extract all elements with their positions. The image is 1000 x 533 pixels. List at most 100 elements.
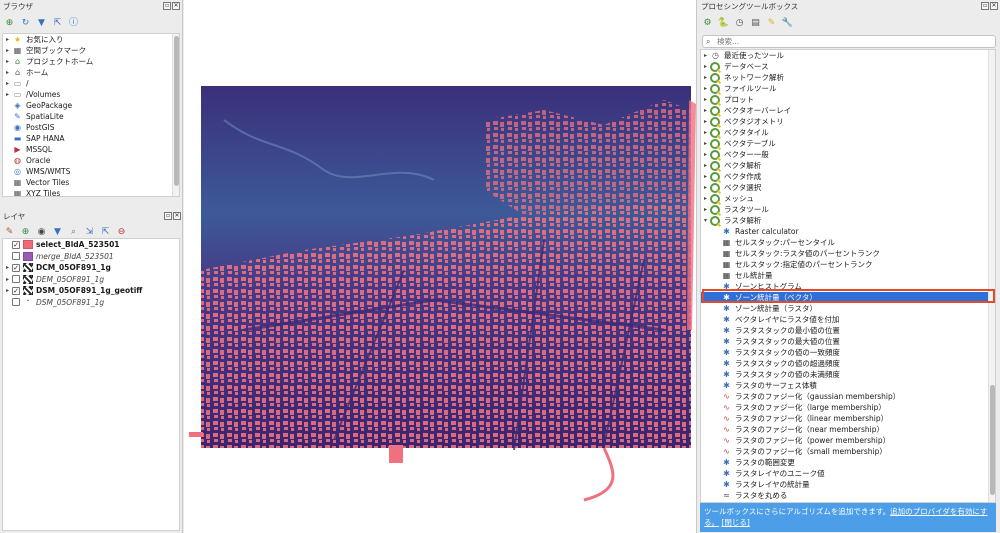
expand-arrow-icon[interactable]: ▸ [3, 287, 12, 294]
browser-item[interactable]: ▸ ★ お気に入り [3, 34, 179, 45]
expand-arrow-icon[interactable]: ▸ [3, 276, 12, 283]
expand-arrow-icon[interactable]: ▸ [701, 94, 710, 105]
layers-tree[interactable]: ✓ select_BldA_523501 merge_BldA_523501 ▸ ✓ DC… [2, 238, 180, 531]
processing-algorithm[interactable]: ✱ ラスタのサーフェス体積 [701, 380, 995, 391]
processing-algorithm[interactable]: ∿ ラスタのファジー化（power membership） [701, 435, 995, 446]
processing-group[interactable]: ▸ ベクタ作成 [701, 171, 995, 182]
layer-item[interactable]: ▸ ✓ DSM_05OF891_1g_geotiff [3, 285, 179, 297]
layers-float-button[interactable]: ▫ [164, 212, 172, 220]
processing-algorithm[interactable]: ≈ ラスタを丸める [701, 490, 995, 501]
processing-group[interactable]: ▸ ベクタ選択 [701, 182, 995, 193]
browser-item[interactable]: ✎ SpatiaLite [3, 111, 179, 122]
processing-algorithm[interactable]: ✱ ラスタスタックの値の一致頻度 [701, 347, 995, 358]
processing-group[interactable]: ▸ ファイルツール [701, 83, 995, 94]
expand-arrow-icon[interactable]: ▸ [3, 34, 12, 45]
processing-close-button[interactable]: ✕ [990, 2, 998, 10]
eye-icon[interactable]: ◉ [36, 227, 47, 238]
expand-arrow-icon[interactable]: ▸ [3, 67, 12, 78]
expand-arrow-icon[interactable]: ▸ [701, 171, 710, 182]
expand-arrow-icon[interactable]: ▸ [701, 61, 710, 72]
style-icon[interactable]: ✎ [4, 227, 15, 238]
filter-legend-icon[interactable]: ⌕ [68, 227, 79, 238]
browser-item[interactable]: ◈ GeoPackage [3, 100, 179, 111]
add-group-icon[interactable]: ⊕ [20, 227, 31, 238]
close-button[interactable]: ✕ [172, 2, 180, 10]
processing-algorithm[interactable]: ✱ ゾーン統計量（ラスタ） [701, 303, 995, 314]
processing-group[interactable]: ▾ ラスタ解析 [701, 215, 995, 226]
processing-group[interactable]: ▸ データベース [701, 61, 995, 72]
expand-arrow-icon[interactable]: ▾ [701, 215, 710, 226]
expand-arrow-icon[interactable]: ▸ [701, 83, 710, 94]
collapse-layers-icon[interactable]: ⇱ [100, 227, 111, 238]
processing-group[interactable]: ▸ ベクタオーバーレイ [701, 105, 995, 116]
processing-group[interactable]: ▸ プロット [701, 94, 995, 105]
remove-layer-icon[interactable]: ⊖ [116, 227, 127, 238]
browser-item[interactable]: ▦ Vector Tiles [3, 177, 179, 188]
layer-item[interactable]: · DSM_05OF891_1g [3, 296, 179, 309]
layer-item[interactable]: merge_BldA_523501 [3, 251, 179, 263]
processing-algorithm[interactable]: ✱ ラスタレイヤの統計量 [701, 479, 995, 490]
layer-item[interactable]: ▸ DEM_05OF891_1g [3, 274, 179, 286]
filter-icon[interactable]: ▼ [36, 18, 47, 29]
expand-arrow-icon[interactable]: ▸ [3, 264, 12, 271]
processing-algorithm[interactable]: ∿ ラスタのファジー化（small membership） [701, 446, 995, 457]
processing-tree[interactable]: ▸ ◷ 最近使ったツール ▸ データベース ▸ ネットワーク解析 ▸ ファイルツール ▸ プロット ▸… [700, 49, 996, 503]
expand-arrow-icon[interactable]: ▸ [701, 72, 710, 83]
expand-arrow-icon[interactable]: ▸ [701, 116, 710, 127]
results-icon[interactable]: ▤ [750, 18, 761, 29]
browser-item[interactable]: ▸ ▭ /Volumes [3, 89, 179, 100]
python-icon[interactable]: 🐍 [718, 18, 729, 29]
expand-arrow-icon[interactable]: ▸ [3, 89, 12, 100]
edit-features-icon[interactable]: ✎ [766, 18, 777, 29]
processing-group[interactable]: ▸ ベクター一般 [701, 149, 995, 160]
browser-item[interactable]: ▸ ⌂ ホーム [3, 67, 179, 78]
processing-algorithm[interactable]: ∿ ラスタのファジー化（near membership） [701, 424, 995, 435]
processing-group[interactable]: ▸ ラスタツール [701, 204, 995, 215]
browser-item[interactable]: ▶ MSSQL [3, 144, 179, 155]
processing-group[interactable]: ▸ ◷ 最近使ったツール [701, 50, 995, 61]
processing-group[interactable]: ▸ ネットワーク解析 [701, 72, 995, 83]
processing-group[interactable]: ▸ ベクタタイル [701, 127, 995, 138]
processing-algorithm[interactable]: ∿ ラスタのファジー化（large membership） [701, 402, 995, 413]
expand-arrow-icon[interactable]: ▸ [701, 50, 710, 61]
expand-arrow-icon[interactable]: ▸ [701, 149, 710, 160]
browser-item[interactable]: ◍ Oracle [3, 155, 179, 166]
processing-algorithm[interactable]: ∿ ラスタのファジー化（linear membership） [701, 413, 995, 424]
browser-item[interactable]: ◎ WMS/WMTS [3, 166, 179, 177]
layer-item[interactable]: ▸ ✓ DCM_05OF891_1g [3, 262, 179, 274]
processing-algorithm[interactable]: ✱ Raster calculator [701, 226, 995, 237]
browser-scrollbar[interactable] [172, 34, 179, 196]
expand-arrow-icon[interactable]: ▸ [701, 160, 710, 171]
options-icon[interactable]: 🔧 [782, 18, 793, 29]
browser-item[interactable]: ▬ SAP HANA [3, 133, 179, 144]
expand-arrow-icon[interactable]: ▸ [701, 204, 710, 215]
processing-algorithm[interactable]: ▦ セル統計量 [701, 270, 995, 281]
close-info-link[interactable]: [閉じる] [721, 518, 749, 527]
layer-visibility-checkbox[interactable]: ✓ [12, 240, 20, 249]
layer-visibility-checkbox[interactable] [12, 275, 20, 284]
expand-arrow-icon[interactable]: ▸ [701, 182, 710, 193]
refresh-icon[interactable]: ↻ [20, 18, 31, 29]
layer-visibility-checkbox[interactable]: ✓ [12, 286, 20, 295]
layer-item[interactable]: ✓ select_BldA_523501 [3, 239, 179, 251]
processing-float-button[interactable]: ▫ [981, 2, 989, 10]
info-icon[interactable]: ⓘ [68, 18, 79, 29]
processing-algorithm[interactable]: ▦ セルスタック:指定値のパーセントランク [701, 259, 995, 270]
layer-visibility-checkbox[interactable] [12, 298, 20, 307]
history-icon[interactable]: ◷ [734, 18, 745, 29]
expand-arrow-icon[interactable]: ▸ [3, 78, 12, 89]
browser-item[interactable]: ▸ ▭ / [3, 78, 179, 89]
processing-algorithm[interactable]: ✱ ラスタスタックの値の超過頻度 [701, 358, 995, 369]
processing-algorithm[interactable]: ✱ ラスタの範囲変更 [701, 457, 995, 468]
layers-close-button[interactable]: ✕ [173, 212, 181, 220]
browser-item[interactable]: ▸ ⌂ プロジェクトホーム [3, 56, 179, 67]
expand-arrow-icon[interactable]: ▸ [3, 56, 12, 67]
processing-algorithm[interactable]: ✱ ベクタレイヤにラスタ値を付加 [701, 314, 995, 325]
processing-search-input[interactable]: ⌕ 検索... [702, 35, 996, 48]
float-button[interactable]: ▫ [163, 2, 171, 10]
processing-group[interactable]: ▸ ベクタ解析 [701, 160, 995, 171]
filter-layers-icon[interactable]: ▼ [52, 227, 63, 238]
layer-visibility-checkbox[interactable]: ✓ [12, 263, 20, 272]
processing-algorithm[interactable]: ✱ ラスタレイヤのユニーク値 [701, 468, 995, 479]
processing-algorithm[interactable]: ▦ セルスタック:ラスタ値のパーセントランク [701, 248, 995, 259]
